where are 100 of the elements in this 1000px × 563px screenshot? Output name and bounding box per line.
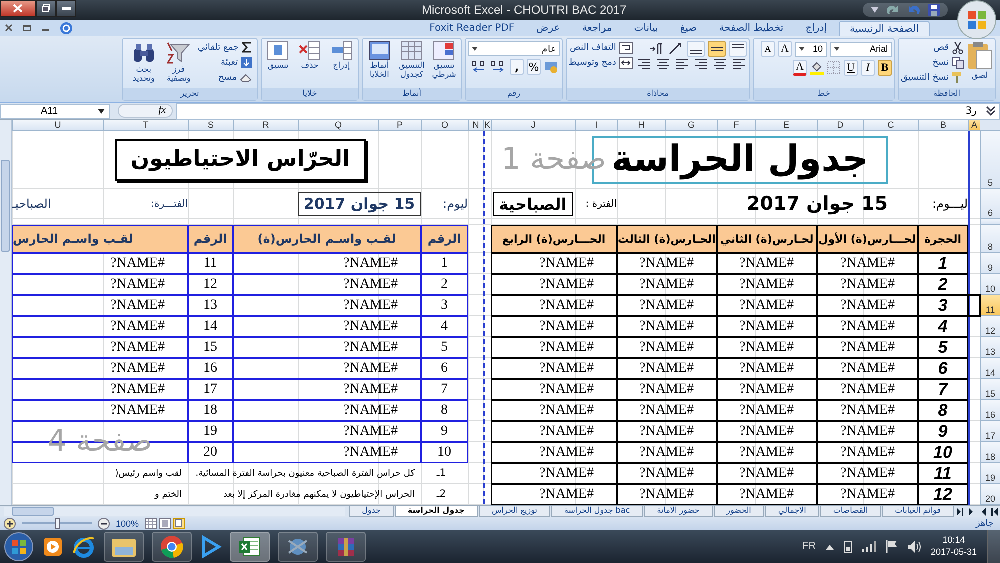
column-header[interactable]: H	[617, 120, 665, 131]
column-header[interactable]: S	[188, 120, 233, 131]
cut-button[interactable]: قص	[934, 41, 964, 54]
bold-button[interactable]: B	[878, 60, 892, 76]
ribbon-tab[interactable]: بيانات	[624, 21, 668, 36]
battery-icon[interactable]	[844, 540, 852, 553]
row-header[interactable]: 15	[980, 379, 1000, 400]
column-header[interactable]: J	[491, 120, 575, 131]
play-icon[interactable]	[200, 534, 222, 558]
merge-center-button[interactable]: دمج وتوسيط	[568, 56, 634, 69]
tab-scroll-arrow-icon[interactable]	[990, 508, 1000, 516]
row-header[interactable]: 20	[980, 484, 1000, 505]
tab-scroll-arrow-icon[interactable]	[954, 508, 964, 516]
row-header[interactable]: 5	[980, 131, 1000, 189]
sheet-tab[interactable]: القصاصات	[820, 506, 882, 517]
align-icon[interactable]	[655, 57, 672, 71]
page-layout-view-icon[interactable]	[159, 518, 172, 529]
ribbon-tab[interactable]: عرض	[526, 21, 570, 36]
conditional-format-button[interactable]: تنسيق شرطي	[430, 41, 459, 88]
wrap-text-button[interactable]: التفاف النص	[570, 41, 634, 54]
zoom-out-icon[interactable]	[98, 518, 110, 530]
cell-styles-button[interactable]: أنماط الخلايا	[365, 41, 394, 88]
sheet-tab[interactable]: الحضور	[714, 506, 764, 517]
column-header[interactable]: B	[918, 120, 968, 131]
excel-icon[interactable]	[238, 536, 262, 558]
column-header[interactable]: P	[378, 120, 421, 131]
italic-button[interactable]: I	[861, 60, 875, 76]
ribbon-tab[interactable]: إدراج	[796, 21, 837, 36]
sheet-tab[interactable]: حضور الامانة	[644, 506, 713, 517]
sheet-tab[interactable]: فوائم الغيابات	[882, 506, 954, 517]
column-header[interactable]: D	[817, 120, 863, 131]
column-header[interactable]: T	[103, 120, 188, 131]
help-icon[interactable]	[60, 22, 73, 34]
text-orientation-icon[interactable]	[668, 42, 684, 56]
column-header[interactable]: O	[421, 120, 468, 131]
sheet-tab[interactable]: توزيع الحراس	[478, 506, 550, 517]
start-button[interactable]	[4, 532, 34, 562]
clock[interactable]: 10:14 2017-05-31	[930, 534, 977, 558]
chrome-icon[interactable]	[160, 534, 184, 558]
column-header[interactable]: R	[233, 120, 298, 131]
column-header[interactable]: E	[755, 120, 817, 131]
restore-icon[interactable]	[23, 24, 32, 32]
ribbon-tab[interactable]: صيغ	[670, 21, 708, 36]
insert-button[interactable]: إدراج	[327, 41, 356, 88]
insert-function-button[interactable]: fx	[118, 104, 173, 118]
flag-icon[interactable]	[886, 540, 898, 553]
normal-view-icon[interactable]	[173, 518, 186, 529]
ribbon-tab[interactable]: الصفحة الرئيسية	[839, 21, 930, 36]
format-painter-button[interactable]: نسخ التنسيق	[900, 71, 964, 84]
vertical-scrollbar[interactable]	[0, 120, 12, 505]
row-header[interactable]: 17	[980, 421, 1000, 442]
speaker-icon[interactable]	[908, 540, 921, 552]
paste-button[interactable]: لصق	[967, 41, 994, 88]
horizontal-scrollbar[interactable]	[4, 507, 346, 516]
row-header[interactable]: 12	[980, 316, 1000, 337]
column-header[interactable]: C	[863, 120, 918, 131]
customize-caret-icon[interactable]	[871, 7, 879, 13]
column-header[interactable]: F	[717, 120, 755, 131]
sheet-tab[interactable]: جدول الحراسة bac	[551, 506, 644, 517]
vertical-align-button[interactable]	[729, 41, 748, 57]
align-icon[interactable]	[636, 57, 652, 71]
font-size-dropdown[interactable]: 10	[795, 42, 827, 56]
align-icon[interactable]	[693, 57, 710, 71]
row-header[interactable]: 6	[980, 189, 1000, 219]
align-icon[interactable]	[712, 57, 728, 71]
row-header[interactable]: 13	[980, 337, 1000, 358]
zoom-in-icon[interactable]	[4, 518, 16, 530]
delete-button[interactable]: حذف	[296, 41, 324, 88]
column-header[interactable]: G	[665, 120, 717, 131]
copy-button[interactable]: نسخ	[932, 56, 964, 69]
close-button[interactable]	[0, 0, 36, 17]
clear-button[interactable]: مسح	[218, 71, 252, 84]
column-header[interactable]: K	[483, 120, 491, 131]
language-indicator[interactable]: FR	[802, 541, 816, 552]
row-header[interactable]: 8	[980, 225, 1000, 253]
find-select-button[interactable]: بحث وتحديد	[128, 41, 160, 88]
align-icon[interactable]	[674, 57, 690, 71]
font-color-button[interactable]: A	[793, 60, 807, 76]
signal-icon[interactable]	[862, 541, 876, 552]
restore-button[interactable]	[36, 0, 56, 17]
paint-bucket-icon[interactable]	[810, 61, 824, 75]
shrink-font-button[interactable]: A	[761, 41, 775, 57]
comma-button[interactable]: ,	[510, 59, 524, 75]
ribbon-tab[interactable]: مراجعة	[572, 21, 622, 36]
grow-font-button[interactable]: A	[778, 41, 792, 57]
row-header[interactable]: 11	[980, 295, 1000, 316]
name-box[interactable]: A11	[0, 104, 110, 118]
ribbon-tab[interactable]: تخطيط الصفحة	[709, 21, 794, 36]
number-format-dropdown[interactable]: عام	[468, 41, 560, 56]
ribbon-tab[interactable]: Foxit Reader PDF	[420, 21, 525, 36]
sheet-tab[interactable]: جدول	[349, 506, 394, 517]
page-break-view-icon[interactable]	[145, 518, 158, 529]
percent-button[interactable]: %	[527, 59, 541, 75]
row-header[interactable]: 14	[980, 358, 1000, 379]
column-header[interactable]: A	[968, 120, 980, 131]
slider-thumb[interactable]	[55, 518, 60, 529]
save-icon[interactable]	[928, 4, 940, 16]
media-player-icon[interactable]	[42, 536, 64, 558]
sheet-tab[interactable]: الاجمالي	[765, 506, 820, 517]
scroll-thumb[interactable]	[12, 507, 54, 516]
